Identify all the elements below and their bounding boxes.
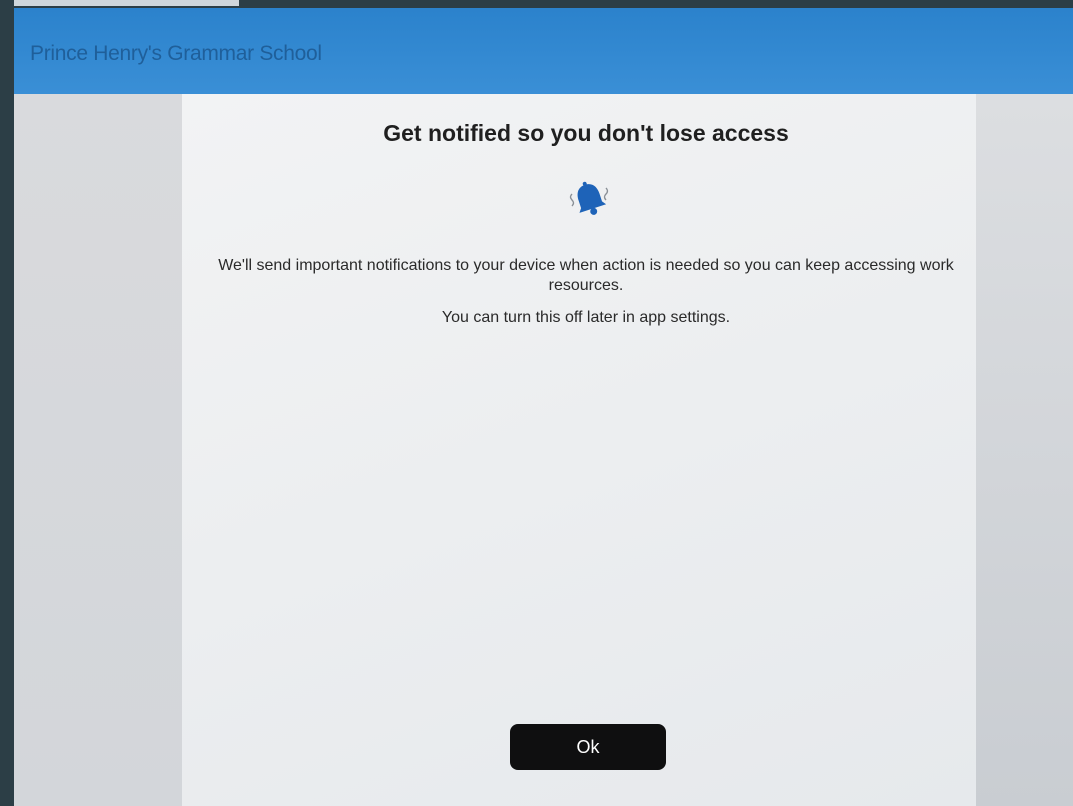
left-panel xyxy=(14,94,182,806)
top-edge-strip xyxy=(14,0,239,6)
school-name: Prince Henry's Grammar School xyxy=(30,42,322,65)
notification-dialog: Get notified so you don't lose access We… xyxy=(182,94,976,806)
app-screen: Prince Henry's Grammar School Get notifi… xyxy=(14,8,1073,806)
ok-button[interactable]: Ok xyxy=(510,724,666,770)
dialog-body-text: We'll send important notifications to yo… xyxy=(218,257,954,294)
right-panel xyxy=(976,94,1073,806)
dialog-title: Get notified so you don't lose access xyxy=(383,120,789,146)
app-header: Prince Henry's Grammar School xyxy=(14,8,1073,94)
bell-icon xyxy=(568,178,612,222)
dialog-sub-text: You can turn this off later in app setti… xyxy=(441,309,731,326)
